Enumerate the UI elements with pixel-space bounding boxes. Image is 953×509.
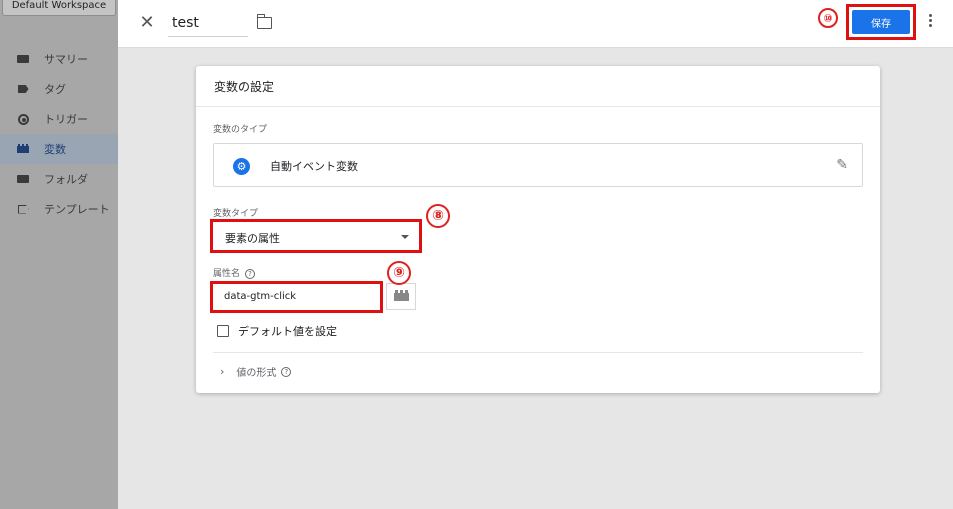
folder-icon[interactable]	[256, 14, 272, 29]
annotation-marker-10: ⑩	[818, 8, 838, 28]
name-underline	[168, 36, 248, 37]
divider	[213, 352, 863, 353]
variable-type-section-label: 変数のタイプ	[213, 125, 268, 135]
help-icon[interactable]: ?	[245, 268, 256, 279]
sidebar-item-label: フォルダ	[44, 173, 88, 186]
default-value-label: デフォルト値を設定	[238, 325, 337, 338]
variable-brick-icon	[393, 289, 409, 301]
default-value-checkbox[interactable]	[217, 325, 229, 337]
sidebar-item-tags[interactable]: タグ	[0, 74, 118, 104]
chevron-right-icon: ›	[220, 365, 225, 378]
variable-config-card: 変数の設定 変数のタイプ ⚙ 自動イベント変数 ✎ 変数タイプ 要素の属性 ⑧ …	[196, 66, 880, 393]
value-format-expander[interactable]: › 値の形式 ?	[220, 364, 292, 379]
card-title: 変数の設定	[196, 66, 880, 107]
template-icon	[16, 202, 30, 216]
sidebar-item-label: トリガー	[44, 113, 88, 126]
more-vert-icon[interactable]	[929, 14, 933, 30]
sidebar-item-summary[interactable]: サマリー	[0, 44, 118, 74]
editor-panel: ✕ test ⑩ 保存 変数の設定 変数のタイプ ⚙ 自動イベント変数 ✎ 変数…	[118, 0, 953, 509]
sidebar: Default Workspace サマリー タグ トリガー 変数 フォルダ テ…	[0, 0, 118, 509]
default-value-checkbox-row[interactable]: デフォルト値を設定	[217, 323, 337, 339]
workspace-button[interactable]: Default Workspace	[2, 0, 116, 16]
attribute-name-label-text: 属性名	[213, 269, 241, 279]
variable-picker-button[interactable]	[386, 283, 416, 310]
close-icon[interactable]: ✕	[138, 14, 156, 32]
annotation-marker-8: ⑧	[426, 204, 450, 228]
sidebar-item-label: サマリー	[44, 53, 88, 66]
attribute-name-input[interactable]: data-gtm-click	[210, 281, 383, 313]
tag-icon	[16, 82, 30, 96]
dropdown-value: 要素の属性	[225, 232, 280, 245]
value-format-label: 値の形式	[236, 368, 277, 379]
sidebar-item-label: 変数	[44, 143, 66, 156]
save-button[interactable]: 保存	[852, 10, 910, 34]
caret-down-icon	[401, 235, 409, 239]
folder-icon	[16, 172, 30, 186]
attribute-name-label: 属性名?	[213, 266, 256, 279]
variable-type-selector[interactable]: ⚙ 自動イベント変数 ✎	[213, 143, 863, 187]
highlight-save: 保存	[846, 4, 916, 40]
trigger-icon	[16, 112, 30, 126]
sidebar-item-folders[interactable]: フォルダ	[0, 164, 118, 194]
sidebar-item-variables[interactable]: 変数	[0, 134, 118, 164]
editor-topbar: ✕ test ⑩ 保存	[118, 0, 953, 48]
annotation-marker-9: ⑨	[387, 261, 411, 285]
help-icon[interactable]: ?	[281, 366, 292, 377]
sidebar-item-label: タグ	[44, 83, 66, 96]
variable-type-name: 自動イベント変数	[270, 160, 358, 173]
variable-name-input[interactable]: test	[172, 15, 199, 31]
gear-icon: ⚙	[233, 158, 250, 175]
variable-icon	[16, 142, 30, 156]
variable-type-dropdown-label: 変数タイプ	[213, 209, 259, 219]
folder-icon	[16, 52, 30, 66]
sidebar-nav: サマリー タグ トリガー 変数 フォルダ テンプレート	[0, 44, 118, 224]
sidebar-item-templates[interactable]: テンプレート	[0, 194, 118, 224]
pencil-icon[interactable]: ✎	[836, 157, 848, 173]
variable-type-dropdown[interactable]: 要素の属性	[210, 219, 422, 253]
sidebar-item-label: テンプレート	[44, 203, 110, 216]
sidebar-item-triggers[interactable]: トリガー	[0, 104, 118, 134]
attribute-name-value: data-gtm-click	[224, 291, 297, 302]
